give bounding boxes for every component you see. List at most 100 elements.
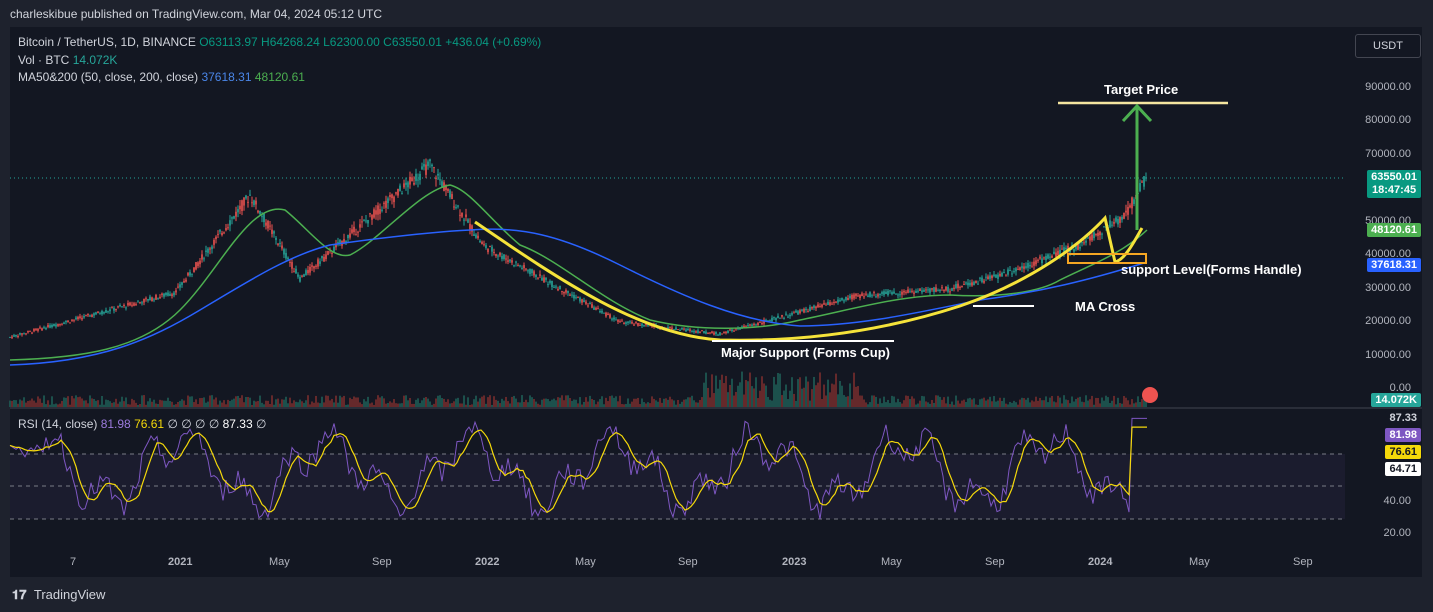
candle-body: [213, 239, 215, 245]
volume-bar: [203, 397, 205, 407]
volume-bar: [149, 398, 151, 407]
candle-body: [1011, 273, 1013, 275]
volume-bar: [147, 401, 149, 407]
candle-body: [723, 331, 725, 334]
candle-body: [431, 164, 433, 167]
candle-body: [571, 294, 573, 296]
volume-bar: [447, 399, 449, 407]
volume-bar: [369, 403, 371, 407]
volume-bar: [399, 403, 401, 407]
candle-body: [435, 177, 437, 179]
volume-bar: [395, 403, 397, 407]
volume-bar: [19, 399, 21, 407]
time-tick: 2024: [1088, 556, 1113, 568]
volume-bar: [1121, 403, 1123, 407]
volume-bar: [631, 401, 633, 407]
candle-body: [391, 194, 393, 199]
candle-body: [1005, 275, 1007, 277]
volume-bar: [897, 398, 899, 407]
candle-body: [95, 312, 97, 315]
candle-body: [47, 325, 49, 327]
volume-bar: [545, 398, 547, 407]
currency-button[interactable]: USDT: [1355, 34, 1421, 58]
volume-bar: [73, 398, 75, 407]
candle-body: [359, 224, 361, 228]
volume-bar: [1079, 396, 1081, 407]
volume-bar: [679, 403, 681, 407]
candle-body: [993, 274, 995, 277]
candle-body: [581, 299, 583, 303]
volume-bar: [229, 400, 231, 407]
candle-body: [695, 331, 697, 333]
volume-bar: [1129, 404, 1131, 407]
candle-body: [963, 284, 965, 286]
candle-body: [31, 332, 33, 334]
candle-body: [411, 177, 413, 182]
volume-bar: [59, 403, 61, 407]
volume-bar: [873, 395, 875, 407]
candle-body: [847, 297, 849, 301]
volume-bar: [1007, 404, 1009, 407]
candle-body: [263, 213, 265, 223]
volume-bar: [219, 400, 221, 407]
candle-body: [223, 232, 225, 234]
candle-body: [159, 296, 161, 298]
candle-body: [871, 295, 873, 297]
candle-body: [905, 291, 907, 293]
candle-body: [379, 209, 381, 214]
candle-body: [199, 260, 201, 265]
volume-bar: [173, 404, 175, 407]
volume-bar: [577, 403, 579, 407]
volume-bar: [913, 398, 915, 407]
time-tick: May: [881, 556, 902, 568]
candle-body: [1055, 252, 1057, 257]
volume-bar: [71, 395, 73, 407]
volume-bar: [507, 401, 509, 407]
tradingview-footer[interactable]: 𝟏𝟕 TradingView: [12, 587, 105, 603]
candle-body: [1047, 254, 1049, 259]
volume-bar: [185, 404, 187, 407]
volume-bar: [475, 395, 477, 407]
volume-bar: [563, 400, 565, 407]
candle-body: [413, 182, 415, 185]
volume-bar: [717, 388, 719, 407]
candle-body: [729, 329, 731, 331]
candle-body: [807, 311, 809, 313]
volume-bar: [961, 400, 963, 407]
candle-body: [249, 194, 251, 196]
candle-body: [573, 295, 575, 299]
candle-body: [717, 334, 719, 336]
volume-bar: [509, 403, 511, 407]
candle-body: [733, 330, 735, 332]
ma-cross-label: MA Cross: [1075, 299, 1136, 314]
volume-bar: [497, 400, 499, 407]
volume-bar: [463, 395, 465, 407]
volume-bar: [189, 396, 191, 407]
candle-body: [291, 262, 293, 269]
candle-body: [629, 321, 631, 323]
candle-body: [171, 294, 173, 296]
volume-bar: [1111, 400, 1113, 407]
candle-body: [781, 314, 783, 317]
candle-body: [97, 311, 99, 313]
candle-body: [45, 327, 47, 330]
legend-ma-label: MA50&200 (50, close, 200, close): [18, 70, 199, 84]
candle-body: [865, 293, 867, 295]
volume-bar: [515, 398, 517, 407]
volume-bar: [641, 398, 643, 407]
volume-bar: [901, 403, 903, 407]
candle-body: [161, 293, 163, 295]
candle-body: [75, 317, 77, 320]
volume-bar: [77, 397, 79, 407]
candle-body: [1127, 206, 1129, 215]
candle-body: [779, 317, 781, 319]
candle-body: [759, 321, 761, 323]
candle-body: [959, 286, 961, 288]
volume-bar: [811, 389, 813, 407]
candle-body: [321, 255, 323, 259]
candle-body: [243, 197, 245, 206]
volume-bar: [291, 403, 293, 407]
volume-bar: [879, 398, 881, 407]
candle-body: [303, 274, 305, 277]
candle-body: [231, 217, 233, 219]
